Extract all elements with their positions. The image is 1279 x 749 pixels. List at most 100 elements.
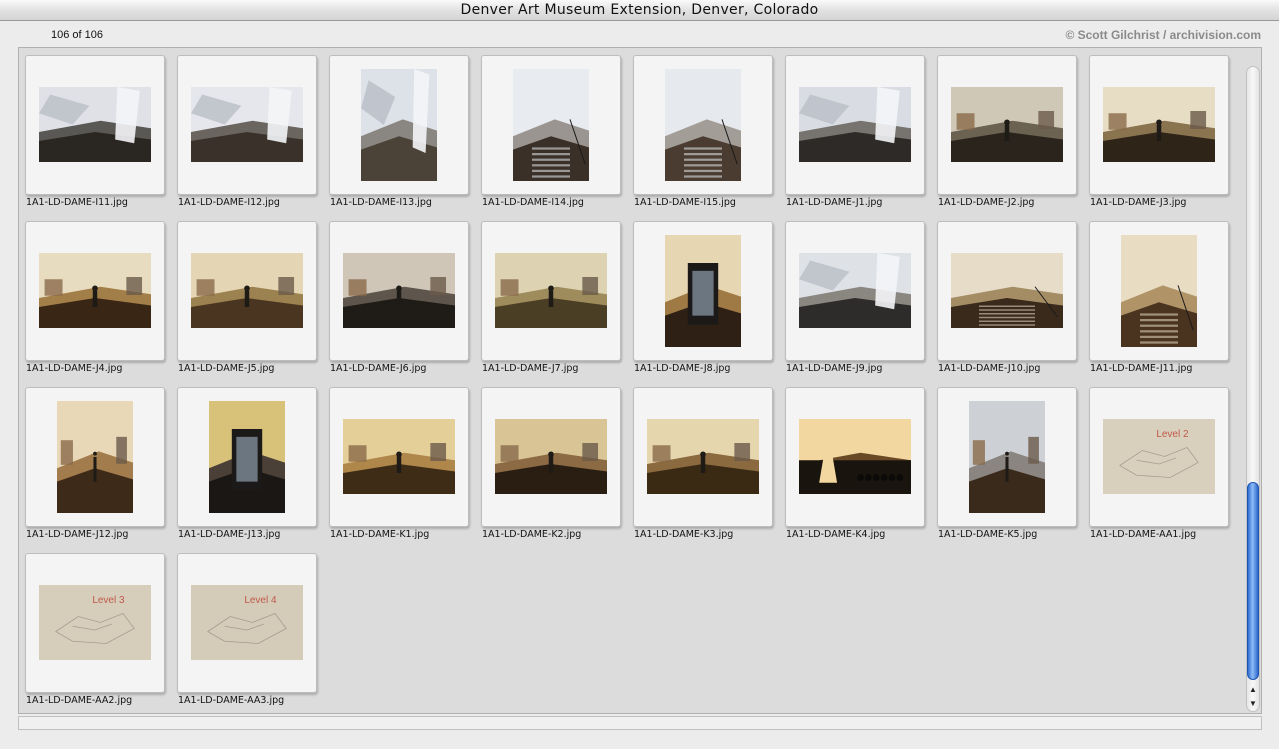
- thumbnail-filename: 1A1-LD-DAME-I12.jpg: [178, 197, 280, 208]
- slide-frame[interactable]: [329, 387, 469, 527]
- thumbnail-filename: 1A1-LD-DAME-J3.jpg: [1090, 197, 1187, 208]
- slide-frame[interactable]: [25, 55, 165, 195]
- thumbnail-filename: 1A1-LD-DAME-K1.jpg: [330, 529, 430, 540]
- slide-frame[interactable]: [937, 55, 1077, 195]
- thumbnail-item[interactable]: 1A1-LD-DAME-J2.jpg: [937, 55, 1077, 221]
- slide-frame[interactable]: Level 3: [25, 553, 165, 693]
- thumbnail-item[interactable]: 1A1-LD-DAME-I15.jpg: [633, 55, 773, 221]
- thumbnail-image[interactable]: Level 4: [191, 585, 303, 660]
- slide-frame[interactable]: [481, 55, 621, 195]
- thumbnail-image[interactable]: [969, 401, 1045, 513]
- thumbnail-item[interactable]: 1A1-LD-DAME-J8.jpg: [633, 221, 773, 387]
- thumbnail-item[interactable]: 1A1-LD-DAME-J10.jpg: [937, 221, 1077, 387]
- thumbnail-image[interactable]: [665, 235, 741, 347]
- thumbnail-item[interactable]: 1A1-LD-DAME-I11.jpg: [25, 55, 165, 221]
- thumbnail-image[interactable]: Level 2: [1103, 419, 1215, 494]
- slide-frame[interactable]: Level 4: [177, 553, 317, 693]
- slide-frame[interactable]: [785, 387, 925, 527]
- slide-frame[interactable]: [177, 221, 317, 361]
- slide-frame[interactable]: [481, 387, 621, 527]
- thumbnail-item[interactable]: 1A1-LD-DAME-J6.jpg: [329, 221, 469, 387]
- thumbnail-item[interactable]: 1A1-LD-DAME-I14.jpg: [481, 55, 621, 221]
- thumbnail-image[interactable]: [343, 419, 455, 494]
- thumbnail-image[interactable]: [495, 419, 607, 494]
- thumbnail-image[interactable]: [495, 253, 607, 328]
- thumbnail-item[interactable]: 1A1-LD-DAME-K3.jpg: [633, 387, 773, 553]
- slide-frame[interactable]: [177, 55, 317, 195]
- thumbnail-filename: 1A1-LD-DAME-AA2.jpg: [26, 695, 133, 706]
- slide-frame[interactable]: [633, 387, 773, 527]
- thumbnail-image[interactable]: [951, 253, 1063, 328]
- slide-frame[interactable]: [25, 387, 165, 527]
- window-title: Denver Art Museum Extension, Denver, Col…: [0, 0, 1279, 21]
- thumbnail-image[interactable]: [665, 69, 741, 181]
- thumbnail-item[interactable]: 1A1-LD-DAME-K2.jpg: [481, 387, 621, 553]
- slide-frame[interactable]: [1089, 221, 1229, 361]
- thumbnail-item[interactable]: 1A1-LD-DAME-J12.jpg: [25, 387, 165, 553]
- thumbnail-image[interactable]: [361, 69, 437, 181]
- thumbnail-item[interactable]: 1A1-LD-DAME-I13.jpg: [329, 55, 469, 221]
- slide-frame[interactable]: [329, 221, 469, 361]
- thumbnail-image[interactable]: [39, 253, 151, 328]
- thumbnail-image[interactable]: [513, 69, 589, 181]
- thumbnail-filename: 1A1-LD-DAME-I14.jpg: [482, 197, 584, 208]
- image-count: 106 of 106: [51, 29, 103, 41]
- svg-text:Level 4: Level 4: [244, 595, 277, 606]
- thumbnail-filename: 1A1-LD-DAME-J1.jpg: [786, 197, 883, 208]
- slide-frame[interactable]: [481, 221, 621, 361]
- thumbnail-image[interactable]: [343, 253, 455, 328]
- thumbnail-image[interactable]: [57, 401, 133, 513]
- slide-frame[interactable]: Level 2: [1089, 387, 1229, 527]
- thumbnail-item[interactable]: 1A1-LD-DAME-J11.jpg: [1089, 221, 1229, 387]
- slide-frame[interactable]: [329, 55, 469, 195]
- thumbnail-image[interactable]: [647, 419, 759, 494]
- thumbnail-filename: 1A1-LD-DAME-I11.jpg: [26, 197, 128, 208]
- thumbnail-item[interactable]: 1A1-LD-DAME-J1.jpg: [785, 55, 925, 221]
- thumbnail-item[interactable]: 1A1-LD-DAME-J9.jpg: [785, 221, 925, 387]
- thumbnail-filename: 1A1-LD-DAME-AA3.jpg: [178, 695, 285, 706]
- thumbnail-item[interactable]: 1A1-LD-DAME-K5.jpg: [937, 387, 1077, 553]
- slide-frame[interactable]: [785, 221, 925, 361]
- slide-frame[interactable]: [633, 55, 773, 195]
- thumbnail-image[interactable]: [191, 87, 303, 162]
- thumbnail-filename: 1A1-LD-DAME-J9.jpg: [786, 363, 883, 374]
- thumbnail-image[interactable]: [799, 419, 911, 494]
- thumbnail-item[interactable]: 1A1-LD-DAME-I12.jpg: [177, 55, 317, 221]
- thumbnail-item[interactable]: 1A1-LD-DAME-J7.jpg: [481, 221, 621, 387]
- thumbnail-filename: 1A1-LD-DAME-J6.jpg: [330, 363, 427, 374]
- thumbnail-item[interactable]: 1A1-LD-DAME-J4.jpg: [25, 221, 165, 387]
- thumbnail-item[interactable]: Level 3 1A1-LD-DAME-AA2.jpg: [25, 553, 165, 713]
- thumbnail-image[interactable]: [1103, 87, 1215, 162]
- thumbnail-item[interactable]: 1A1-LD-DAME-J5.jpg: [177, 221, 317, 387]
- slide-frame[interactable]: [937, 387, 1077, 527]
- slide-frame[interactable]: [633, 221, 773, 361]
- svg-text:Level 2: Level 2: [1156, 429, 1189, 440]
- slide-frame[interactable]: [25, 221, 165, 361]
- scrollbar-thumb[interactable]: [1247, 482, 1259, 680]
- thumbnail-item[interactable]: 1A1-LD-DAME-K4.jpg: [785, 387, 925, 553]
- scroll-down-arrow-icon[interactable]: ▼: [1247, 698, 1259, 710]
- thumbnail-item[interactable]: Level 2 1A1-LD-DAME-AA1.jpg: [1089, 387, 1229, 553]
- thumbnail-filename: 1A1-LD-DAME-K4.jpg: [786, 529, 886, 540]
- thumbnail-image[interactable]: [39, 87, 151, 162]
- copyright-credit: © Scott Gilchrist / archivision.com: [1065, 28, 1261, 42]
- thumbnail-image[interactable]: [209, 401, 285, 513]
- info-bar: 106 of 106 © Scott Gilchrist / archivisi…: [0, 22, 1279, 48]
- thumbnail-image[interactable]: [799, 87, 911, 162]
- thumbnail-filename: 1A1-LD-DAME-AA1.jpg: [1090, 529, 1197, 540]
- thumbnail-image[interactable]: Level 3: [39, 585, 151, 660]
- slide-frame[interactable]: [937, 221, 1077, 361]
- slide-frame[interactable]: [177, 387, 317, 527]
- thumbnail-image[interactable]: [1121, 235, 1197, 347]
- thumbnail-image[interactable]: [799, 253, 911, 328]
- thumbnail-item[interactable]: 1A1-LD-DAME-J3.jpg: [1089, 55, 1229, 221]
- thumbnail-image[interactable]: [951, 87, 1063, 162]
- slide-frame[interactable]: [1089, 55, 1229, 195]
- thumbnail-item[interactable]: 1A1-LD-DAME-K1.jpg: [329, 387, 469, 553]
- thumbnail-item[interactable]: Level 4 1A1-LD-DAME-AA3.jpg: [177, 553, 317, 713]
- slide-frame[interactable]: [785, 55, 925, 195]
- thumbnail-filename: 1A1-LD-DAME-J2.jpg: [938, 197, 1035, 208]
- scroll-up-arrow-icon[interactable]: ▲: [1247, 684, 1259, 696]
- thumbnail-item[interactable]: 1A1-LD-DAME-J13.jpg: [177, 387, 317, 553]
- thumbnail-image[interactable]: [191, 253, 303, 328]
